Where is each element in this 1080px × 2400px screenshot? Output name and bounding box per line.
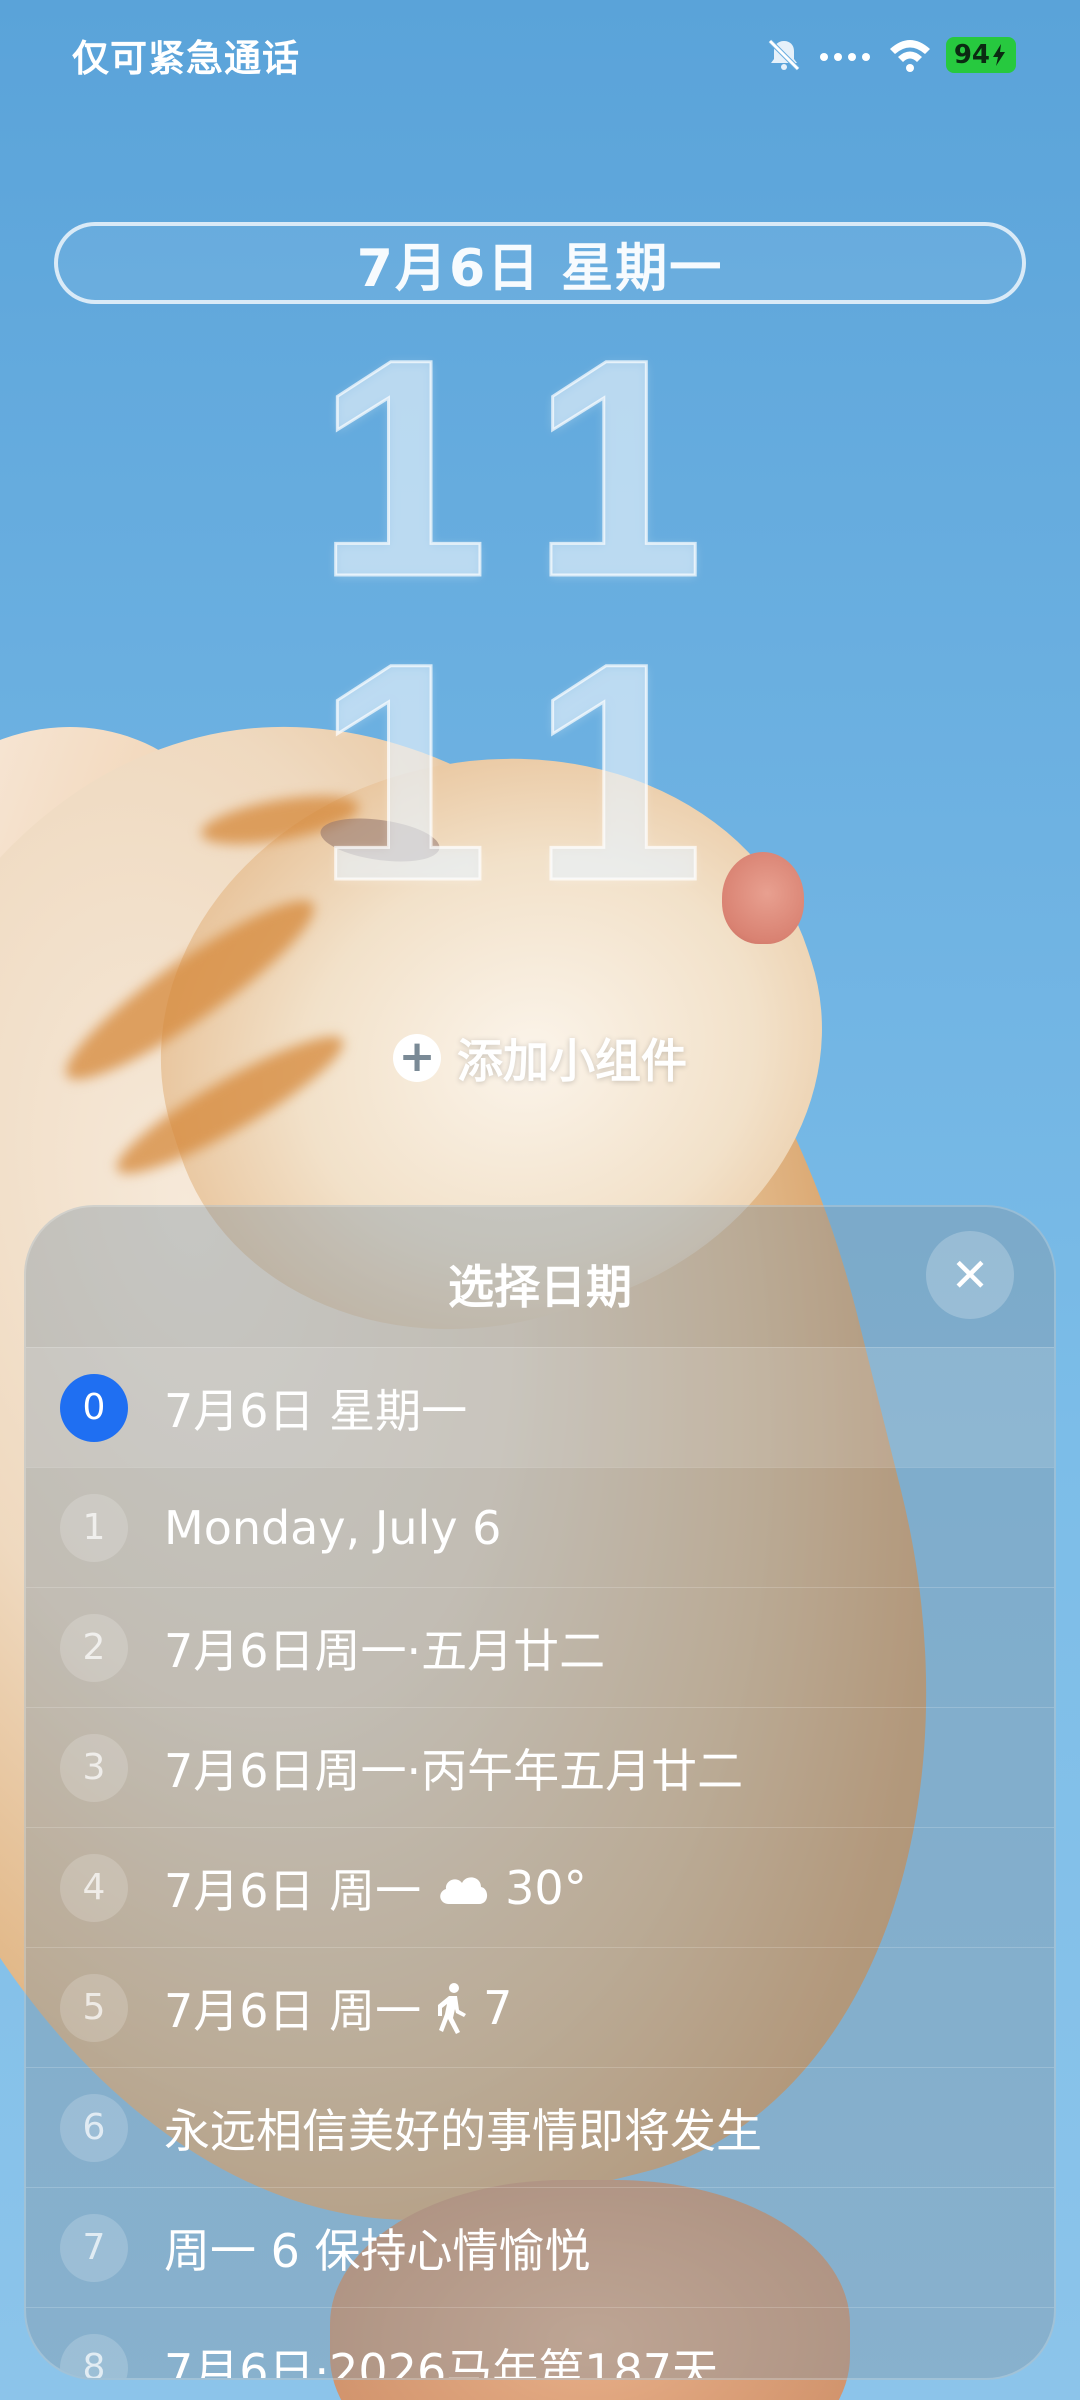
date-format-option[interactable]: 1 Monday, July 6 <box>26 1467 1054 1587</box>
option-number: 3 <box>60 1733 128 1802</box>
sheet-title: 选择日期 <box>448 1260 632 1314</box>
close-button[interactable]: ✕ <box>926 1231 1014 1319</box>
option-number: 8 <box>60 2333 128 2378</box>
option-label: 7月6日 星期一 <box>164 1383 468 1438</box>
mute-bell-icon <box>768 39 800 71</box>
cloud-icon <box>435 1870 491 1906</box>
date-format-option[interactable]: 7 周一 6 保持心情愉悦 <box>26 2187 1054 2307</box>
option-number: 5 <box>60 1973 128 2042</box>
option-label: 7月6日 周一 <box>164 1863 422 1918</box>
step-count: 7 <box>483 1980 513 2035</box>
clock-minutes: 11 <box>315 598 764 945</box>
add-widget-button[interactable]: + 添加小组件 <box>0 1025 1080 1091</box>
add-widget-label: 添加小组件 <box>457 1034 687 1088</box>
date-format-sheet: 选择日期 ✕ 0 7月6日 星期一 1 Monday, July 6 2 7月6… <box>24 1205 1056 2380</box>
date-format-option[interactable]: 0 7月6日 星期一 <box>26 1347 1054 1467</box>
carrier-text: 仅可紧急通话 <box>72 37 300 80</box>
date-format-option[interactable]: 6 永远相信美好的事情即将发生 <box>26 2067 1054 2187</box>
date-format-option[interactable]: 8 7月6日·2026马年第187天 <box>26 2307 1054 2380</box>
battery-level: 94 <box>953 40 990 70</box>
close-icon: ✕ <box>950 1248 990 1302</box>
option-label: 永远相信美好的事情即将发生 <box>164 2103 762 2158</box>
option-number: 6 <box>60 2093 128 2162</box>
signal-dots-icon <box>819 53 870 61</box>
option-number: 7 <box>60 2213 128 2282</box>
weather-temperature: 30° <box>505 1860 587 1915</box>
battery-indicator: 94 <box>945 37 1016 73</box>
clock-hours: 11 <box>315 294 764 641</box>
plus-icon: + <box>393 1034 441 1082</box>
wifi-icon <box>889 40 930 72</box>
date-widget[interactable]: 7月6日 星期一 <box>54 222 1026 304</box>
option-number: 2 <box>60 1613 128 1682</box>
option-label: 7月6日 周一 <box>164 1983 422 2038</box>
walking-icon <box>435 1982 469 2034</box>
date-format-option[interactable]: 2 7月6日周一·五月廿二 <box>26 1587 1054 1707</box>
date-format-option[interactable]: 3 7月6日周一·丙午年五月廿二 <box>26 1707 1054 1827</box>
option-label: 7月6日周一·五月廿二 <box>164 1623 606 1678</box>
charging-bolt-icon <box>993 44 1005 66</box>
date-text: 7月6日 星期一 <box>356 238 724 299</box>
date-format-list: 0 7月6日 星期一 1 Monday, July 6 2 7月6日周一·五月廿… <box>26 1347 1054 2380</box>
option-number: 0 <box>60 1373 128 1442</box>
option-number: 4 <box>60 1853 128 1922</box>
option-number: 1 <box>60 1493 128 1562</box>
status-bar: 仅可紧急通话 94 <box>0 0 1080 110</box>
date-format-option[interactable]: 4 7月6日 周一 30° <box>26 1827 1054 1947</box>
sheet-header: 选择日期 ✕ <box>26 1207 1054 1347</box>
date-format-option[interactable]: 5 7月6日 周一 7 <box>26 1947 1054 2067</box>
status-icons: 94 <box>764 35 1016 75</box>
option-label: Monday, July 6 <box>164 1500 502 1555</box>
option-label: 7月6日周一·丙午年五月廿二 <box>164 1743 744 1798</box>
option-label: 周一 6 保持心情愉悦 <box>164 2223 591 2278</box>
option-label: 7月6日·2026马年第187天 <box>164 2343 719 2380</box>
